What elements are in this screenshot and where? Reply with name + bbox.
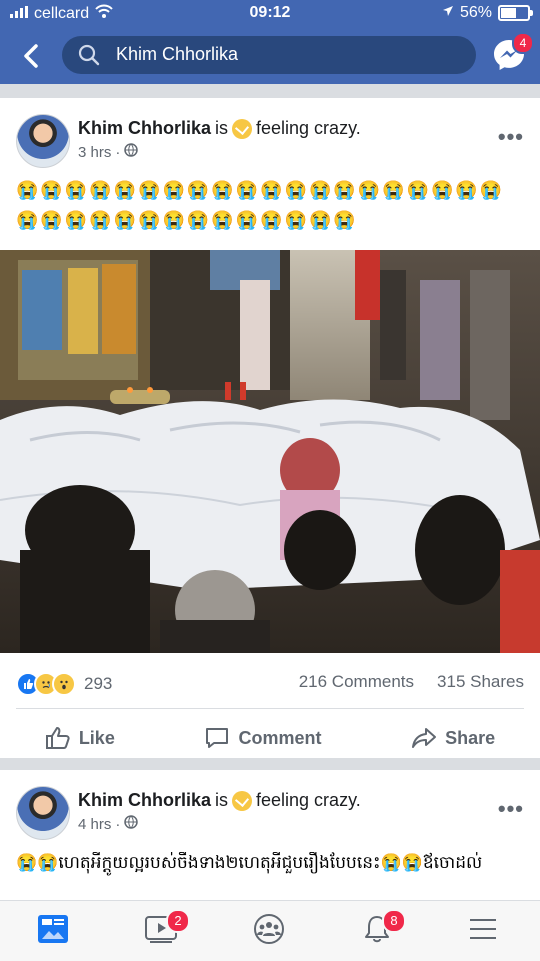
feeling-icon: [232, 118, 253, 139]
tab-menu[interactable]: [466, 913, 506, 949]
like-button[interactable]: Like: [45, 726, 115, 750]
like-label: Like: [78, 727, 115, 748]
post-header: Khim Chhorlika is feeling crazy.: [78, 790, 361, 811]
location-icon: [442, 4, 454, 22]
tab-groups[interactable]: [252, 913, 292, 949]
post-actions: Like Comment Share: [0, 718, 540, 758]
status-right: 56%: [442, 4, 533, 22]
tab-news-feed[interactable]: [36, 913, 76, 949]
search-query: Khim Chhorlika: [116, 44, 239, 64]
avatar[interactable]: [16, 786, 70, 840]
feeling-text: feeling crazy.: [256, 790, 361, 810]
post-card: Khim Chhorlika is feeling crazy. 4 hrs ·…: [0, 770, 540, 900]
divider: [16, 708, 524, 709]
wow-reaction-icon: [52, 672, 76, 696]
feeling-icon: [232, 790, 253, 811]
comment-icon: [206, 728, 229, 748]
feeling-text: feeling crazy.: [256, 118, 361, 138]
news-feed-icon: [38, 915, 68, 943]
messenger-badge: 4: [512, 32, 534, 54]
post-meta: 4 hrs ·: [78, 815, 139, 833]
more-options-button[interactable]: •••: [498, 124, 524, 150]
post-text-line-2: 😭😭😭😭😭😭😭😭😭😭😭😭😭😭: [16, 210, 358, 230]
author-name[interactable]: Khim Chhorlika: [78, 118, 211, 139]
photo-scene: [0, 250, 540, 653]
share-label: Share: [445, 727, 496, 748]
is-text: is: [215, 790, 229, 810]
thumbs-up-icon: [45, 727, 70, 749]
hamburger-menu-icon: [470, 919, 496, 939]
battery-percent: 56%: [459, 4, 492, 21]
post-time[interactable]: 3 hrs: [78, 144, 111, 161]
post-card: Khim Chhorlika is feeling crazy. 3 hrs ·…: [0, 98, 540, 758]
top-header: cellcard 09:12 56% Khim Chhorlika 4: [0, 0, 540, 84]
post-meta: 3 hrs ·: [78, 143, 139, 161]
comment-label: Comment: [238, 727, 322, 748]
chevron-left-icon: [24, 44, 38, 68]
post-photo[interactable]: [0, 250, 540, 653]
post-text-line-1: 😭😭ហេតុអីក្តូយល្អរបស់ចឹងទាង២ហេតុអីជួបរឿងប…: [16, 853, 483, 872]
back-button[interactable]: [18, 40, 44, 72]
comment-count[interactable]: 216 Comments: [299, 672, 414, 692]
reaction-count: 293: [84, 674, 113, 693]
search-bar[interactable]: Khim Chhorlika: [62, 36, 476, 74]
groups-icon: [254, 914, 284, 944]
status-bar: cellcard 09:12 56%: [0, 0, 540, 28]
post-text-line-1: 😭😭😭😭😭😭😭😭😭😭😭😭😭😭😭😭😭😭😭😭: [16, 180, 505, 200]
reactions-summary[interactable]: 293: [16, 672, 112, 696]
avatar[interactable]: [16, 114, 70, 168]
globe-icon: [124, 143, 139, 161]
notifications-badge: 8: [382, 909, 406, 933]
bottom-tab-bar: 2 8: [0, 900, 540, 961]
meta-separator: ·: [115, 815, 121, 833]
post-time[interactable]: 4 hrs: [78, 816, 111, 833]
post-header: Khim Chhorlika is feeling crazy.: [78, 118, 361, 139]
author-name[interactable]: Khim Chhorlika: [78, 790, 211, 811]
meta-separator: ·: [115, 143, 121, 161]
video-badge: 2: [166, 909, 190, 933]
globe-icon: [124, 815, 139, 833]
share-count[interactable]: 315 Shares: [437, 672, 524, 692]
comment-button[interactable]: Comment: [204, 726, 322, 750]
is-text: is: [215, 118, 229, 138]
search-icon: [78, 44, 100, 71]
battery-icon: [498, 5, 533, 21]
share-arrow-icon: [412, 728, 437, 748]
more-options-button[interactable]: •••: [498, 796, 524, 822]
nav-bar: Khim Chhorlika 4: [0, 32, 540, 76]
share-button[interactable]: Share: [411, 726, 495, 750]
